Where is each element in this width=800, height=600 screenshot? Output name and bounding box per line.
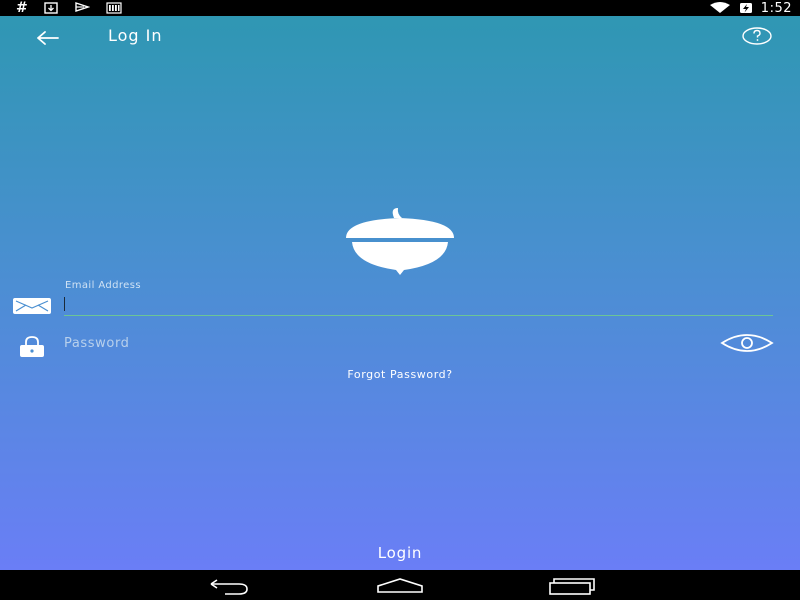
clock: 1:52 — [760, 0, 792, 16]
battery-charging-icon — [739, 3, 752, 13]
status-left: # — [16, 0, 122, 16]
nav-recents-button[interactable] — [546, 576, 598, 596]
flag-icon — [75, 2, 90, 12]
status-right: 1:52 — [709, 0, 792, 16]
arrow-left-icon — [37, 31, 59, 45]
navigation-bar — [0, 570, 800, 600]
eye-icon — [720, 334, 774, 352]
show-password-button[interactable] — [720, 332, 774, 354]
home-nav-icon — [377, 578, 423, 593]
password-input[interactable] — [64, 332, 704, 354]
envelope-icon — [12, 296, 52, 316]
download-icon — [44, 2, 58, 14]
page-title: Log In — [108, 26, 163, 45]
hash-icon: # — [16, 0, 28, 16]
logo — [342, 206, 458, 276]
login-button[interactable]: Login — [300, 542, 500, 564]
email-input[interactable] — [64, 294, 773, 316]
email-underline — [64, 315, 773, 316]
help-button[interactable] — [741, 26, 773, 46]
nav-home-button[interactable] — [374, 576, 426, 596]
back-nav-icon — [210, 579, 248, 595]
forgot-password-link[interactable]: Forgot Password? — [300, 368, 500, 381]
acorn-icon — [346, 208, 454, 275]
text-caret — [64, 297, 65, 311]
back-button[interactable] — [34, 28, 64, 48]
status-bar: # 1:52 — [0, 0, 800, 16]
email-label: Email Address — [65, 280, 141, 291]
recents-nav-icon — [549, 578, 595, 595]
signal-bars-icon — [106, 2, 122, 14]
question-mark-icon — [742, 27, 772, 45]
lock-icon — [17, 336, 47, 358]
wifi-icon — [709, 2, 730, 13]
login-screen: Log In Email Address Forgot Password? Lo… — [0, 16, 800, 570]
nav-back-button[interactable] — [205, 576, 253, 596]
